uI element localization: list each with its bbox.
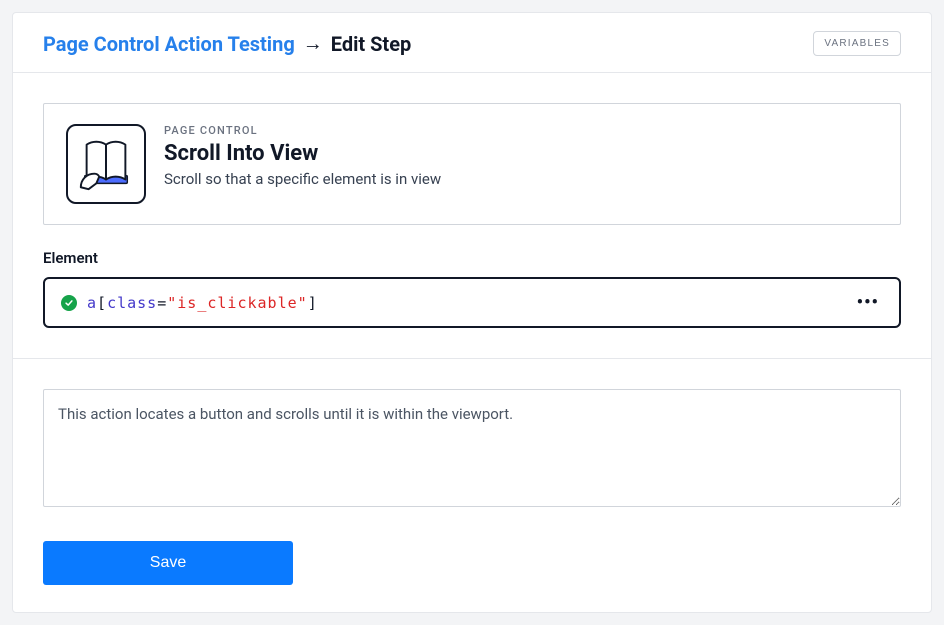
breadcrumb-current: Edit Step — [331, 32, 412, 56]
action-text: PAGE CONTROL Scroll Into View Scroll so … — [164, 124, 441, 188]
header: Page Control Action Testing → Edit Step … — [13, 13, 931, 73]
action-icon-container — [66, 124, 146, 204]
element-section: Element a[class="is_clickable"] ••• — [43, 249, 901, 328]
selector-tag: a — [87, 294, 97, 312]
check-circle-icon — [61, 295, 77, 311]
action-description: Scroll so that a specific element is in … — [164, 170, 441, 188]
action-summary-box: PAGE CONTROL Scroll Into View Scroll so … — [43, 103, 901, 225]
selector-eq: = — [157, 294, 167, 312]
action-category: PAGE CONTROL — [164, 124, 441, 137]
element-selector-input[interactable]: a[class="is_clickable"] ••• — [43, 277, 901, 328]
breadcrumb: Page Control Action Testing → Edit Step — [43, 31, 411, 56]
selector-value: "is_clickable" — [167, 294, 307, 312]
save-button[interactable]: Save — [43, 541, 293, 585]
selector-attr: class — [107, 294, 157, 312]
step-description-textarea[interactable] — [43, 389, 901, 507]
more-horizontal-icon[interactable]: ••• — [853, 292, 883, 313]
element-label: Element — [43, 249, 901, 267]
arrow-right-icon: → — [303, 31, 323, 56]
book-page-icon — [75, 133, 137, 195]
selector-close-bracket: ] — [308, 294, 318, 312]
selector-text: a[class="is_clickable"] — [87, 294, 843, 312]
edit-step-card: Page Control Action Testing → Edit Step … — [12, 12, 932, 613]
footer-section: Save — [13, 359, 931, 615]
action-title: Scroll Into View — [164, 141, 441, 166]
selector-open-bracket: [ — [97, 294, 107, 312]
breadcrumb-parent-link[interactable]: Page Control Action Testing — [43, 32, 295, 56]
body-section: PAGE CONTROL Scroll Into View Scroll so … — [13, 73, 931, 359]
variables-button[interactable]: VARIABLES — [813, 31, 901, 56]
